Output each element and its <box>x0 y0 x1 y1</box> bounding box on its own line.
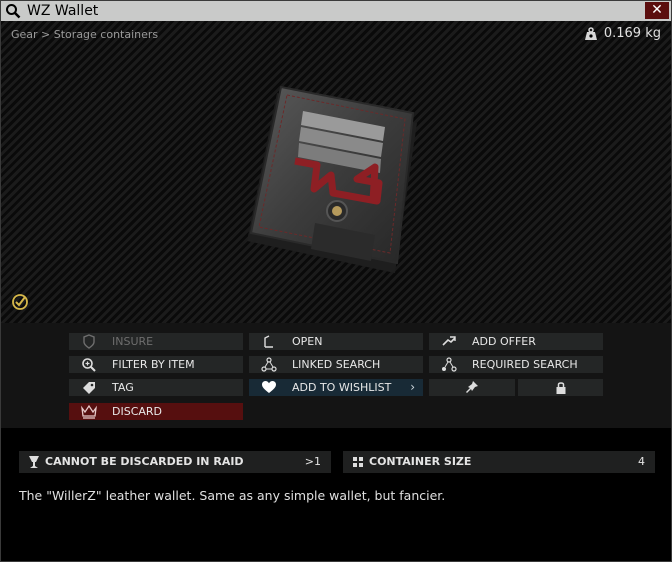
linked-nodes-icon <box>261 357 277 372</box>
insure-button[interactable]: INSURE <box>69 333 243 350</box>
window-title: WZ Wallet <box>27 3 99 19</box>
tag-icon <box>83 382 95 394</box>
open-button[interactable]: OPEN <box>249 333 423 350</box>
weight-icon <box>584 26 597 40</box>
wallet-image <box>247 85 417 273</box>
close-button[interactable]: ✕ <box>645 2 669 19</box>
property-value: 4 <box>638 455 645 468</box>
item-inspect-window: WZ Wallet ✕ Gear > Storage containers 0.… <box>0 0 672 562</box>
breadcrumb[interactable]: Gear > Storage containers <box>11 28 158 41</box>
linked-search-button[interactable]: LINKED SEARCH <box>249 356 423 373</box>
handshake-icon <box>442 336 456 346</box>
action-panel: INSURE OPEN ADD OFFER FILTER BY ITEM LIN… <box>1 323 671 428</box>
add-to-wishlist-label: ADD TO WISHLIST <box>292 381 392 394</box>
open-icon <box>264 335 273 348</box>
weight-value: 0.169 kg <box>603 26 661 41</box>
discard-button[interactable]: DISCARD <box>69 403 243 420</box>
tag-button[interactable]: TAG <box>69 379 243 396</box>
zoom-search-icon <box>82 358 96 372</box>
property-value: >1 <box>304 455 321 468</box>
add-to-wishlist-button[interactable]: ADD TO WISHLIST › <box>249 379 423 396</box>
chevron-right-icon: › <box>410 380 415 394</box>
property-container-size: CONTAINER SIZE 4 <box>343 451 655 473</box>
shield-icon <box>83 334 95 349</box>
open-label: OPEN <box>292 335 323 348</box>
goblet-icon <box>29 456 39 468</box>
title-bar[interactable]: WZ Wallet ✕ <box>1 1 671 21</box>
required-search-label: REQUIRED SEARCH <box>472 358 578 371</box>
linked-search-label: LINKED SEARCH <box>292 358 381 371</box>
search-icon <box>6 4 21 19</box>
item-preview: Gear > Storage containers 0.169 kg <box>1 21 671 323</box>
tag-label: TAG <box>112 381 134 394</box>
add-offer-label: ADD OFFER <box>472 335 536 348</box>
insure-label: INSURE <box>112 335 154 348</box>
lock-icon <box>556 382 566 394</box>
property-label: CANNOT BE DISCARDED IN RAID <box>45 455 244 468</box>
lock-button[interactable] <box>518 379 603 396</box>
grid-icon <box>353 457 363 467</box>
filter-by-item-label: FILTER BY ITEM <box>112 358 195 371</box>
property-label: CONTAINER SIZE <box>369 455 472 468</box>
examined-check-icon <box>12 294 28 310</box>
filter-by-item-button[interactable]: FILTER BY ITEM <box>69 356 243 373</box>
pin-icon <box>466 381 478 393</box>
heart-icon <box>262 381 276 393</box>
weight-readout: 0.169 kg <box>584 26 661 41</box>
discard-label: DISCARD <box>112 405 163 418</box>
discard-crown-icon <box>81 404 97 419</box>
required-nodes-icon <box>442 357 457 372</box>
pin-button[interactable] <box>429 379 515 396</box>
required-search-button[interactable]: REQUIRED SEARCH <box>429 356 603 373</box>
property-cannot-be-discarded: CANNOT BE DISCARDED IN RAID >1 <box>19 451 331 473</box>
item-details: CANNOT BE DISCARDED IN RAID >1 CONTAINER… <box>1 428 671 561</box>
item-description: The "WillerZ" leather wallet. Same as an… <box>19 488 446 503</box>
add-offer-button[interactable]: ADD OFFER <box>429 333 603 350</box>
